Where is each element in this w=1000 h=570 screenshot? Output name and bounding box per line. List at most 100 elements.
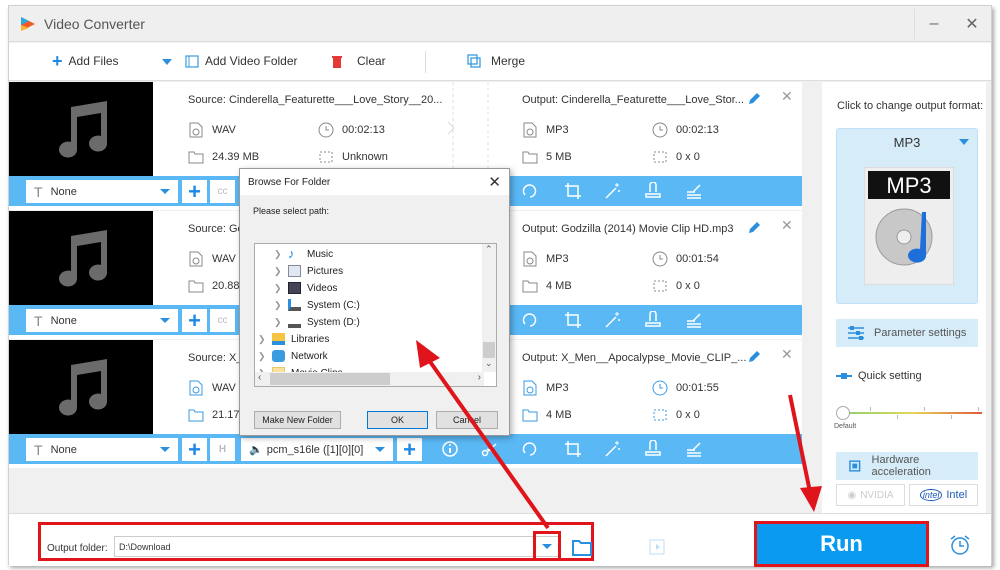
add-subtitle-button[interactable]: + [182, 438, 207, 461]
merge-button[interactable]: Merge [467, 54, 525, 68]
intel-logo-icon: intel [919, 489, 943, 501]
merge-icon [467, 54, 481, 68]
crop-icon[interactable] [564, 440, 582, 458]
scroll-down-icon: ⌄ [485, 358, 493, 368]
quick-setting-icon [836, 373, 852, 379]
audio-track-select[interactable]: 🔈 pcm_s16le ([1][0][0] [241, 438, 393, 461]
output-info: Output: Godzilla (2014) Movie Clip HD.mp… [495, 211, 802, 305]
tree-item-system-c[interactable]: ❯ System (C:) [274, 297, 360, 313]
ok-button[interactable]: OK [367, 411, 428, 429]
edit-metadata-icon[interactable] [685, 182, 703, 200]
nvidia-button[interactable]: ◉ NVIDIA [836, 484, 905, 506]
tree-item-network[interactable]: ❯ Network [258, 348, 328, 364]
cancel-button[interactable]: Cancel [436, 411, 498, 429]
plus-icon: + [188, 436, 201, 462]
make-new-folder-button[interactable]: Make New Folder [254, 411, 341, 429]
effects-wand-icon[interactable] [604, 182, 622, 200]
edit-pencil-icon[interactable] [747, 350, 761, 364]
watermark-stamp-icon[interactable] [644, 182, 662, 200]
audio-track-value: pcm_s16le ([1][0][0] [266, 443, 364, 456]
tree-item-videos[interactable]: ❯ Videos [274, 280, 337, 296]
videos-icon [288, 282, 301, 294]
tree-item-libraries[interactable]: ❯ Libraries [258, 331, 329, 347]
add-video-folder-button[interactable]: Add Video Folder [185, 54, 298, 68]
edit-pencil-icon[interactable] [747, 92, 761, 106]
intel-button[interactable]: intel Intel [909, 484, 978, 506]
rotate-icon[interactable] [521, 182, 539, 200]
crop-icon[interactable] [564, 311, 582, 329]
rotate-icon[interactable] [521, 440, 539, 458]
text-icon: T [34, 183, 43, 200]
alarm-clock-icon[interactable] [949, 534, 971, 556]
tree-item-music[interactable]: ❯ ♪ Music [274, 246, 333, 262]
scroll-thumb[interactable] [270, 373, 390, 385]
scroll-thumb[interactable] [483, 342, 495, 358]
parameter-settings-label: Parameter settings [874, 327, 967, 339]
rotate-icon[interactable] [521, 311, 539, 329]
edit-metadata-icon[interactable] [685, 440, 703, 458]
remove-file-button[interactable]: ✕ [781, 217, 793, 234]
add-subtitle-button[interactable]: + [182, 309, 207, 332]
cc-settings-button[interactable]: cc [210, 180, 235, 203]
add-files-label: Add Files [68, 54, 119, 68]
output-folder-dropdown[interactable] [538, 538, 556, 555]
watermark-stamp-icon[interactable] [644, 311, 662, 329]
subtitle-value: None [50, 443, 77, 456]
tree-item-system-d[interactable]: ❯ System (D:) [274, 314, 360, 330]
chevron-right-icon: ❯ [258, 333, 266, 344]
tree-item-label: Network [291, 350, 328, 362]
drive-icon [288, 316, 301, 328]
slider-knob[interactable] [836, 406, 850, 420]
thumbnail [9, 82, 153, 176]
output-format: MP3 [546, 382, 569, 394]
toolbar: + Add Files Add Video Folder Clear Merge [9, 43, 991, 81]
remove-file-button[interactable]: ✕ [781, 346, 793, 363]
dialog-title: Browse For Folder [240, 169, 509, 195]
source-filename: Source: Go [188, 223, 244, 235]
clock-icon [318, 122, 334, 138]
open-folder-icon[interactable] [572, 538, 592, 556]
minimize-button[interactable]: – [915, 6, 953, 42]
output-folder-label: Output folder: [47, 543, 108, 554]
add-files-button[interactable]: + Add Files [52, 52, 119, 70]
caret-down-icon [160, 318, 170, 323]
add-files-dropdown[interactable] [162, 59, 172, 65]
subtitle-select[interactable]: T None [26, 438, 178, 461]
merge-output-icon[interactable] [649, 538, 667, 556]
dialog-close-button[interactable]: ✕ [488, 173, 501, 191]
hdr-settings-button[interactable]: H [210, 438, 235, 461]
vertical-scrollbar[interactable]: ⌃ ⌄ [482, 244, 496, 372]
output-format-selector[interactable]: MP3 MP3 [836, 128, 978, 304]
text-icon: T [34, 312, 43, 329]
close-button[interactable]: ✕ [953, 6, 991, 42]
clear-button[interactable]: Clear [331, 54, 386, 68]
watermark-stamp-icon[interactable] [644, 440, 662, 458]
tree-item-pictures[interactable]: ❯ Pictures [274, 263, 343, 279]
hardware-acceleration-button[interactable]: Hardware acceleration [836, 452, 978, 480]
quality-slider[interactable]: Default [834, 402, 984, 436]
parameter-settings-button[interactable]: Parameter settings [836, 319, 978, 347]
effects-wand-icon[interactable] [604, 440, 622, 458]
subtitle-select[interactable]: T None [26, 180, 178, 203]
cc-settings-button[interactable]: cc [210, 309, 235, 332]
info-icon[interactable] [441, 440, 459, 458]
output-size: 5 MB [546, 151, 572, 163]
crop-icon[interactable] [564, 182, 582, 200]
scissors-icon[interactable] [481, 440, 499, 458]
edit-pencil-icon[interactable] [747, 221, 761, 235]
remove-file-button[interactable]: ✕ [781, 88, 793, 105]
output-format: MP3 [546, 253, 569, 265]
edit-metadata-icon[interactable] [685, 311, 703, 329]
slider-tick [897, 415, 898, 419]
run-button[interactable]: Run [754, 521, 929, 567]
add-subtitle-button[interactable]: + [182, 180, 207, 203]
horizontal-scrollbar[interactable]: ‹ › [255, 372, 484, 386]
network-icon [272, 350, 285, 362]
subtitle-select[interactable]: T None [26, 309, 178, 332]
effects-wand-icon[interactable] [604, 311, 622, 329]
source-duration: 00:02:13 [342, 124, 385, 136]
hardware-acceleration-label: Hardware acceleration [871, 454, 931, 478]
output-folder-input[interactable] [114, 536, 559, 557]
resolution-icon [653, 409, 667, 421]
add-audio-button[interactable]: + [397, 438, 422, 461]
